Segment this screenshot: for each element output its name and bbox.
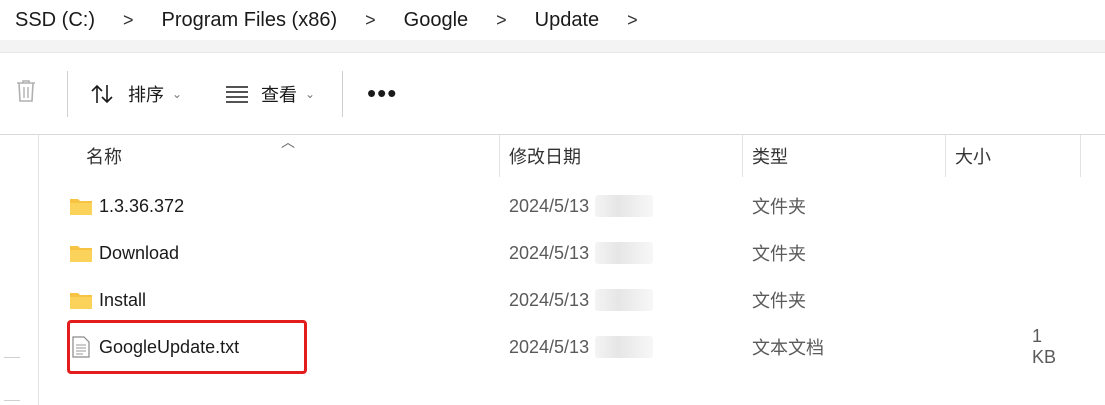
file-row[interactable]: Install 2024/5/13 文件夹	[39, 277, 1105, 323]
file-size: 1 KB	[1032, 326, 1057, 367]
column-header-modified[interactable]: 修改日期	[509, 135, 581, 177]
toolbar-divider	[67, 71, 68, 117]
folder-icon	[69, 243, 93, 263]
view-button[interactable]: 查看 ⌄	[225, 53, 315, 134]
sort-ascending-icon: ︿	[281, 134, 295, 150]
chevron-right-icon[interactable]: >	[95, 10, 134, 31]
file-date: 2024/5/13	[509, 195, 590, 216]
more-options-button[interactable]: •••	[367, 53, 397, 134]
file-date-cell: 2024/5/13	[509, 230, 654, 276]
column-divider[interactable]	[1080, 135, 1081, 177]
view-label: 查看	[261, 84, 297, 105]
file-row[interactable]: 1.3.36.372 2024/5/13 文件夹	[39, 183, 1105, 229]
breadcrumb-item-program-files[interactable]: Program Files (x86)	[134, 9, 338, 32]
column-header-name[interactable]: 名称	[86, 135, 122, 177]
breadcrumb-item-ssd[interactable]: SSD (C:)	[0, 9, 95, 32]
file-type: 文件夹	[752, 244, 806, 264]
file-size	[1032, 183, 1070, 229]
breadcrumb-item-update[interactable]: Update	[507, 9, 600, 32]
chevron-down-icon: ⌄	[305, 86, 316, 101]
column-header-type[interactable]: 类型	[752, 135, 788, 177]
nav-pane-tick	[4, 400, 20, 401]
folder-icon	[69, 290, 93, 310]
breadcrumb: SSD (C:) > Program Files (x86) > Google …	[0, 0, 1105, 40]
column-divider[interactable]	[945, 135, 946, 177]
folder-icon	[69, 196, 93, 216]
file-size	[1032, 277, 1070, 323]
file-name: Download	[99, 242, 180, 263]
file-type: 文件夹	[752, 197, 806, 217]
delete-button[interactable]	[14, 53, 42, 134]
list-view-icon	[225, 85, 249, 103]
blurred-time	[595, 336, 654, 358]
chevron-right-icon[interactable]: >	[337, 10, 376, 31]
file-name-cell[interactable]: Download	[69, 230, 179, 276]
breadcrumb-item-google[interactable]: Google	[376, 9, 469, 32]
navigation-pane-edge	[0, 135, 39, 405]
column-divider[interactable]	[742, 135, 743, 177]
sort-icon	[90, 83, 116, 105]
file-date: 2024/5/13	[509, 336, 590, 357]
file-date-cell: 2024/5/13	[509, 277, 654, 323]
trash-icon	[14, 78, 38, 109]
file-name: Install	[99, 289, 147, 310]
file-date-cell: 2024/5/13	[509, 183, 654, 229]
blurred-time	[595, 195, 654, 217]
file-type: 文本文档	[752, 338, 824, 358]
sort-button[interactable]: 排序 ⌄	[90, 53, 182, 134]
blurred-time	[595, 242, 654, 264]
chevron-down-icon: ⌄	[172, 86, 183, 101]
column-header-size[interactable]: 大小	[955, 135, 991, 177]
chevron-right-icon[interactable]: >	[599, 10, 638, 31]
blurred-time	[595, 289, 654, 311]
toolbar-divider	[342, 71, 343, 117]
nav-pane-tick	[4, 357, 20, 358]
chevron-right-icon[interactable]: >	[468, 10, 507, 31]
file-date: 2024/5/13	[509, 242, 590, 263]
command-bar: 排序 ⌄ 查看 ⌄ •••	[0, 53, 1105, 135]
breadcrumb-divider	[0, 40, 1105, 53]
file-date: 2024/5/13	[509, 289, 590, 310]
file-name-cell[interactable]: Install	[69, 277, 146, 323]
sort-label: 排序	[128, 84, 164, 105]
column-divider[interactable]	[499, 135, 500, 177]
more-icon: •••	[367, 78, 398, 108]
file-name-cell[interactable]: 1.3.36.372	[69, 183, 184, 229]
file-date-cell: 2024/5/13	[509, 324, 654, 370]
file-type: 文件夹	[752, 291, 806, 311]
file-size	[1032, 230, 1070, 276]
file-row[interactable]: Download 2024/5/13 文件夹	[39, 230, 1105, 276]
file-name: 1.3.36.372	[99, 195, 185, 216]
highlight-box	[67, 320, 307, 374]
